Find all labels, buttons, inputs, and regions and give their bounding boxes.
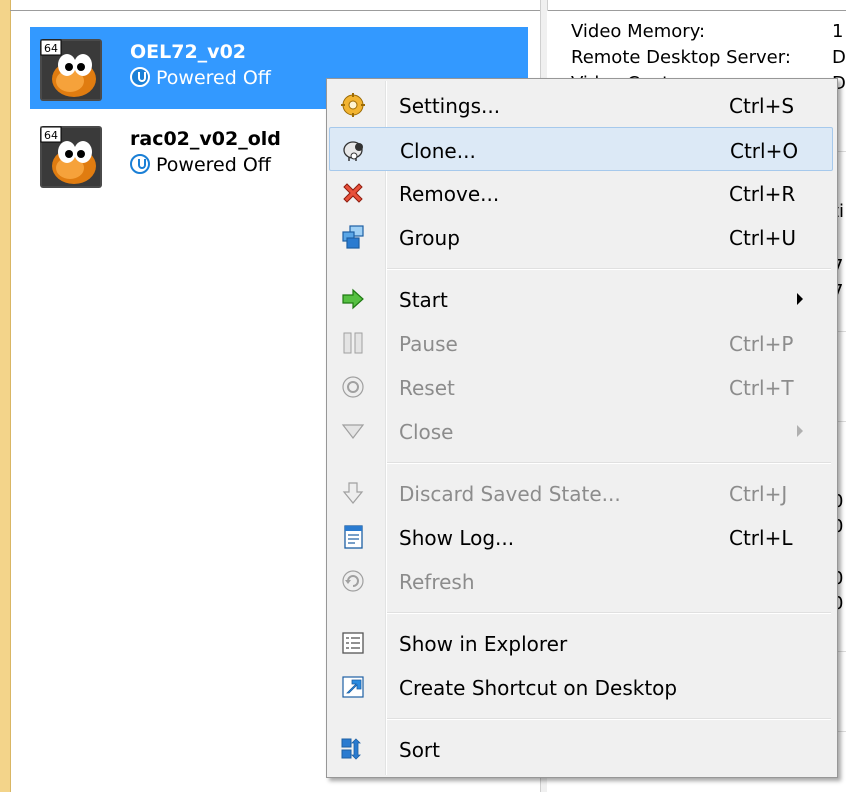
menu-item-shortcut: Ctrl+O — [730, 139, 799, 163]
menu-item-start[interactable]: Start — [329, 277, 833, 321]
menu-item-label: Show Log... — [399, 526, 515, 550]
menu-item-label: Show in Explorer — [399, 632, 568, 656]
discard-arrow-icon — [342, 482, 364, 504]
menu-item-label: Create Shortcut on Desktop — [399, 676, 678, 700]
reset-icon — [342, 376, 364, 398]
close-triangle-icon — [341, 424, 365, 439]
menu-item-shortcut: Ctrl+P — [729, 332, 794, 356]
group-windows-icon — [342, 225, 364, 249]
menu-item-shortcut: Ctrl+T — [729, 376, 794, 400]
power-off-icon — [130, 67, 150, 87]
menu-item-sort[interactable]: Sort — [329, 727, 833, 771]
menu-item-create-shortcut[interactable]: Create Shortcut on Desktop — [329, 665, 833, 709]
menu-item-label: Pause — [399, 332, 458, 356]
menu-item-settings[interactable]: Settings... Ctrl+S — [329, 83, 833, 127]
menu-separator — [387, 718, 831, 720]
menu-item-remove[interactable]: Remove... Ctrl+R — [329, 171, 833, 215]
menu-item-label: Group — [399, 226, 460, 250]
menu-item-clone[interactable]: Clone... Ctrl+O — [329, 127, 833, 171]
menu-item-close[interactable]: Close — [329, 409, 833, 453]
submenu-arrow-icon — [797, 425, 803, 437]
menu-separator — [387, 612, 831, 614]
menu-item-label: Close — [399, 420, 454, 444]
start-arrow-icon — [342, 288, 364, 310]
menu-item-refresh[interactable]: Refresh — [329, 559, 833, 603]
menu-item-shortcut: Ctrl+L — [729, 526, 793, 550]
svg-text:64: 64 — [44, 42, 58, 55]
menu-item-label: Reset — [399, 376, 455, 400]
menu-item-group[interactable]: Group Ctrl+U — [329, 215, 833, 259]
clone-sheep-icon — [343, 141, 363, 161]
menu-item-label: Clone... — [400, 139, 476, 163]
menu-separator — [387, 462, 831, 464]
sort-icon — [341, 738, 361, 760]
vm-state: Powered Off — [130, 154, 271, 176]
power-off-icon — [130, 154, 150, 174]
menu-item-label: Start — [399, 288, 448, 312]
menu-item-discard-saved-state[interactable]: Discard Saved State... Ctrl+J — [329, 471, 833, 515]
vm-state: Powered Off — [130, 67, 271, 89]
submenu-arrow-icon — [797, 293, 803, 305]
menu-item-shortcut: Ctrl+U — [729, 226, 796, 250]
menu-item-reset[interactable]: Reset Ctrl+T — [329, 365, 833, 409]
menu-item-shortcut: Ctrl+J — [729, 482, 788, 506]
window-left-border — [0, 0, 11, 792]
remove-x-icon — [343, 183, 363, 203]
linux-penguin-64-icon: 64 — [40, 126, 102, 188]
detail-value-video-memory: 1 — [832, 21, 844, 42]
detail-label-rdp: Remote Desktop Server: — [571, 47, 791, 68]
explorer-list-icon — [342, 632, 364, 654]
vm-name: OEL72_v02 — [130, 41, 247, 63]
menu-item-label: Sort — [399, 738, 440, 762]
show-log-icon — [344, 525, 363, 549]
detail-value-rdp: D — [832, 47, 846, 68]
shortcut-arrow-icon — [342, 676, 364, 698]
linux-penguin-64-icon: 64 — [40, 39, 102, 101]
refresh-icon — [342, 570, 364, 592]
menu-item-shortcut: Ctrl+R — [729, 182, 796, 206]
menu-item-label: Settings... — [399, 94, 501, 118]
menu-item-show-log[interactable]: Show Log... Ctrl+L — [329, 515, 833, 559]
vm-context-menu: Settings... Ctrl+S Clone... Ctrl+O Remov… — [326, 78, 838, 778]
detail-label-video-memory: Video Memory: — [571, 21, 706, 42]
settings-gear-icon — [341, 93, 365, 117]
menu-item-label: Refresh — [399, 570, 475, 594]
svg-text:64: 64 — [44, 129, 58, 142]
menu-separator — [387, 268, 831, 270]
vm-name: rac02_v02_old — [130, 128, 281, 150]
menu-item-shortcut: Ctrl+S — [729, 94, 795, 118]
menu-item-pause[interactable]: Pause Ctrl+P — [329, 321, 833, 365]
menu-item-label: Remove... — [399, 182, 500, 206]
menu-item-label: Discard Saved State... — [399, 482, 621, 506]
menu-item-show-in-explorer[interactable]: Show in Explorer — [329, 621, 833, 665]
pause-icon — [343, 332, 363, 354]
